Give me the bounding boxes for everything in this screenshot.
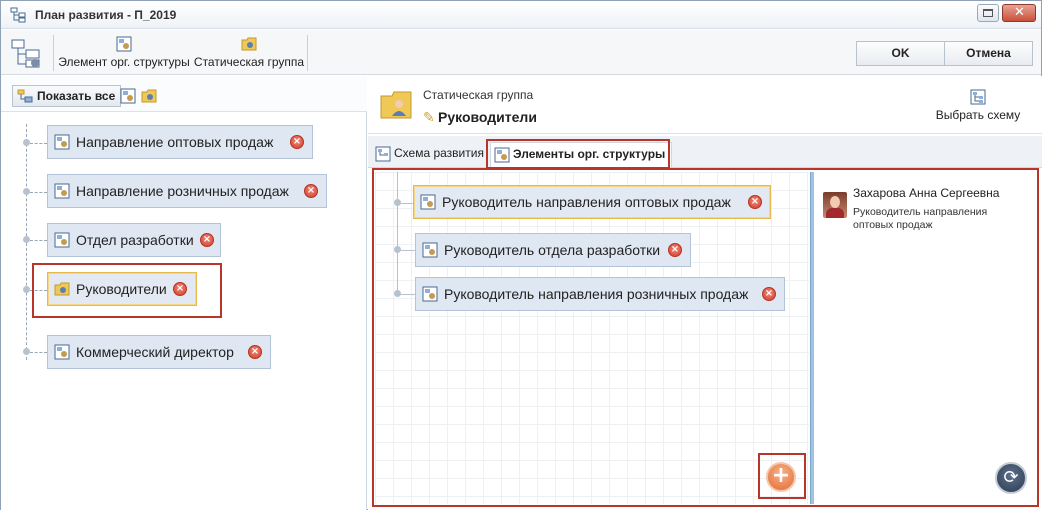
tree-connector <box>30 192 47 193</box>
scheme-icon <box>375 146 391 162</box>
close-window-button[interactable]: ✕ <box>1002 4 1036 22</box>
static-group-folder-icon <box>380 91 412 119</box>
group-kind: Статическая группа <box>423 88 534 102</box>
group-name[interactable]: ✎ Руководители <box>423 109 537 126</box>
tree-dot <box>23 139 30 146</box>
show-all-icon <box>17 89 33 103</box>
org-unit-icon <box>54 232 70 248</box>
group-details-panel: Статическая группа ✎ Руководители Выбрать… <box>368 76 1042 510</box>
add-org-element-label: Элемент орг. структуры <box>58 55 190 69</box>
org-unit-icon <box>54 134 70 150</box>
static-group-folder-icon <box>241 37 257 51</box>
tree-dot <box>23 236 30 243</box>
tree-toolbar: Показать все <box>1 76 367 112</box>
add-static-group-label: Статическая группа <box>193 55 305 69</box>
scheme-icon <box>970 89 986 105</box>
highlight-frame <box>32 263 222 318</box>
highlight-frame <box>486 139 670 169</box>
restore-button[interactable] <box>977 4 999 22</box>
remove-icon[interactable]: × <box>200 233 214 247</box>
tree-node-label: Отдел разработки <box>76 232 194 248</box>
title-bar: План развития - П_2019 ✕ <box>1 1 1041 29</box>
tab-label: Схема развития <box>394 146 484 160</box>
tree-node[interactable]: Коммерческий директор × <box>47 335 271 369</box>
add-static-group-button[interactable]: Статическая группа <box>193 34 305 72</box>
org-unit-icon <box>116 36 132 52</box>
org-unit-icon <box>54 344 70 360</box>
close-icon: ✕ <box>1014 5 1025 20</box>
org-unit-filter-icon[interactable] <box>120 88 136 104</box>
tree-node-label: Коммерческий директор <box>76 344 234 360</box>
toolbar-separator <box>53 35 54 71</box>
tree-dot <box>23 286 30 293</box>
remove-icon[interactable]: × <box>248 345 262 359</box>
tab-bar: Схема развития Элементы орг. структуры <box>368 136 1042 169</box>
choose-scheme-label: Выбрать схему <box>935 108 1021 122</box>
choose-scheme-button[interactable]: Выбрать схему <box>928 89 1028 122</box>
remove-icon[interactable]: × <box>304 184 318 198</box>
tree-connector <box>30 143 47 144</box>
org-chart-icon <box>10 7 26 23</box>
tree-dot <box>23 188 30 195</box>
ok-button[interactable]: OK <box>856 41 945 66</box>
static-group-filter-icon[interactable] <box>141 88 157 104</box>
toolbar-separator <box>307 35 308 71</box>
tree-dot <box>23 348 30 355</box>
tree-node[interactable]: Направление оптовых продаж × <box>47 125 313 159</box>
org-unit-icon <box>54 183 70 199</box>
highlight-frame <box>372 168 1039 507</box>
structure-tree-panel: Показать все Направление оптовых продаж … <box>1 76 367 510</box>
group-header: Статическая группа ✎ Руководители Выбрать… <box>368 76 1042 134</box>
remove-icon[interactable]: × <box>290 135 304 149</box>
tree-node-label: Направление оптовых продаж <box>76 134 274 150</box>
add-org-element-button[interactable]: Элемент орг. структуры <box>57 34 191 72</box>
tree-node-label: Направление розничных продаж <box>76 183 289 199</box>
tree-connector <box>30 240 47 241</box>
window-title: План развития - П_2019 <box>35 8 177 22</box>
tree-node[interactable]: Отдел разработки × <box>47 223 221 257</box>
toolbar: Элемент орг. структуры Статическая групп… <box>1 30 1041 75</box>
cancel-button[interactable]: Отмена <box>944 41 1033 66</box>
development-plan-icon <box>11 39 40 68</box>
dialog-window: План развития - П_2019 ✕ Элемент орг. ст… <box>0 0 1042 510</box>
tree-connector <box>30 352 47 353</box>
restore-icon <box>983 9 993 17</box>
tab-development-scheme[interactable]: Схема развития <box>372 142 484 167</box>
show-all-label: Показать все <box>37 89 116 103</box>
tree-node[interactable]: Направление розничных продаж × <box>47 174 327 208</box>
group-name-text: Руководители <box>438 109 537 125</box>
show-all-button[interactable]: Показать все <box>12 85 122 107</box>
pencil-icon: ✎ <box>423 109 435 125</box>
